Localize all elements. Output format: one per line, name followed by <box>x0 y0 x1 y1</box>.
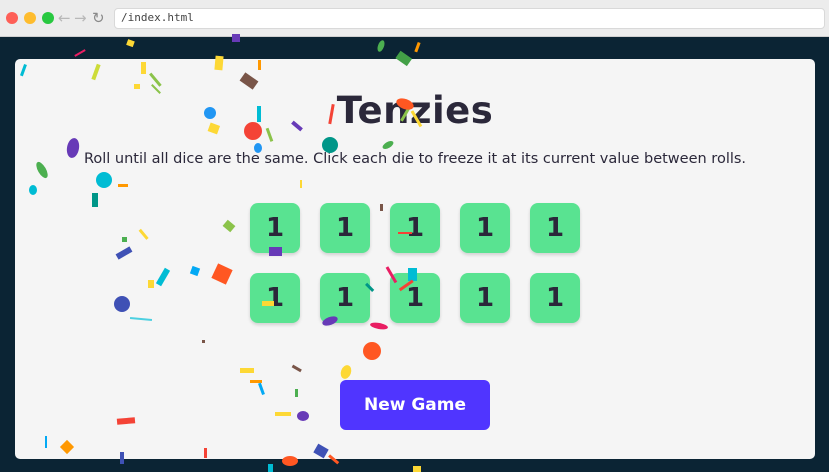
arrow-left-icon[interactable]: ← <box>58 8 71 28</box>
page-viewport: Tenzies Roll until all dice are the same… <box>0 37 829 472</box>
minimize-window-button[interactable] <box>24 12 36 24</box>
die[interactable]: 1 <box>250 203 300 253</box>
arrow-right-icon[interactable]: → <box>74 8 87 28</box>
die[interactable]: 1 <box>250 273 300 323</box>
die[interactable]: 1 <box>530 203 580 253</box>
instructions-text: Roll until all dice are the same. Click … <box>83 151 747 167</box>
die[interactable]: 1 <box>460 273 510 323</box>
url-text: /index.html <box>121 11 194 24</box>
die[interactable]: 1 <box>530 273 580 323</box>
die[interactable]: 1 <box>390 203 440 253</box>
game-card: Tenzies Roll until all dice are the same… <box>15 59 815 459</box>
die[interactable]: 1 <box>390 273 440 323</box>
reload-icon[interactable]: ↻ <box>92 8 105 28</box>
browser-toolbar: ← → ↻ /index.html <box>0 0 829 37</box>
close-window-button[interactable] <box>6 12 18 24</box>
new-game-button[interactable]: New Game <box>340 380 490 430</box>
die[interactable]: 1 <box>320 273 370 323</box>
maximize-window-button[interactable] <box>42 12 54 24</box>
die[interactable]: 1 <box>320 203 370 253</box>
page-title: Tenzies <box>336 89 494 132</box>
die[interactable]: 1 <box>460 203 510 253</box>
address-bar[interactable]: /index.html <box>114 8 825 29</box>
dice-container: 1 1 1 1 1 1 1 1 1 1 <box>250 203 580 323</box>
